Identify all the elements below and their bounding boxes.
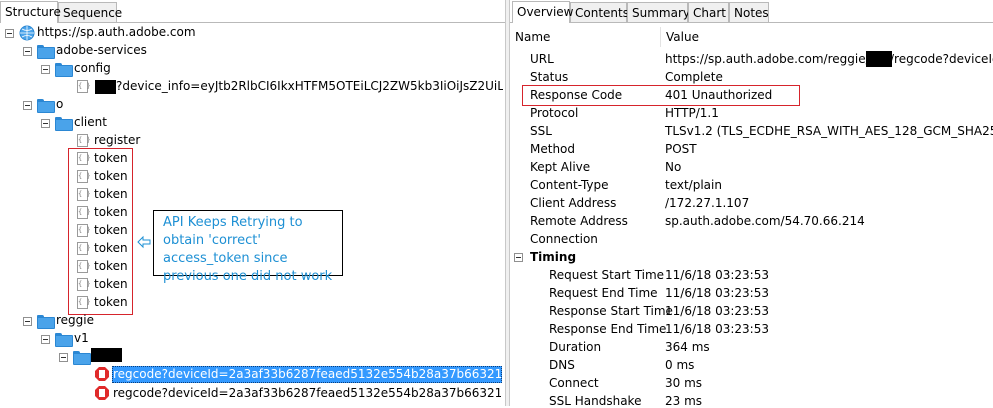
request-icon: [77, 134, 88, 147]
tree-node-regcode-selected[interactable]: regcode?deviceId=2a3af33b6287feaed5132e5…: [113, 367, 501, 382]
prop-value-response-code: 401 Unauthorized: [665, 88, 773, 102]
prop-value-url: https://sp.auth.adobe.com/reggie/v1/: [665, 52, 889, 66]
timing-value: 30 ms: [665, 376, 703, 390]
timing-value: 364 ms: [665, 340, 710, 354]
prop-name: Remote Address: [530, 214, 628, 228]
tree-node-v1[interactable]: v1: [74, 331, 89, 346]
tree-node-adobe-services[interactable]: adobe-services: [56, 43, 147, 58]
prop-value: Complete: [665, 70, 723, 84]
collapse-icon[interactable]: [41, 119, 50, 128]
tree-node-client[interactable]: client: [74, 115, 107, 130]
timing-name: Response End Time: [549, 322, 667, 336]
redacted-block: [95, 80, 116, 94]
tree-node-config[interactable]: config: [74, 61, 111, 76]
prop-value: TLSv1.2 (TLS_ECDHE_RSA_WITH_AES_128_GCM_…: [665, 124, 993, 138]
tree-node-reggie[interactable]: reggie: [56, 313, 94, 328]
folder-icon: [37, 45, 55, 59]
tree-root[interactable]: https://sp.auth.adobe.com: [37, 25, 196, 40]
prop-name: Client Address: [530, 196, 617, 210]
timing-value: 11/6/18 03:23:53: [665, 286, 769, 300]
timing-value: 11/6/18 03:23:53: [665, 322, 769, 336]
column-header-name[interactable]: Name: [515, 30, 550, 44]
prop-value: /172.27.1.107: [665, 196, 750, 210]
folder-icon: [55, 117, 73, 131]
tree-node-config-request[interactable]: ?device_info=eyJtb2RlbCI6IkxHTFM5OTEiLCJ…: [116, 79, 503, 94]
tab-structure[interactable]: Structure: [0, 1, 61, 23]
tab-divider: [510, 22, 993, 23]
timing-value: 11/6/18 03:23:53: [665, 304, 769, 318]
error-icon: [95, 386, 109, 400]
arrow-left-icon: [137, 235, 151, 249]
collapse-icon[interactable]: [59, 353, 68, 362]
prop-value: POST: [665, 142, 697, 156]
prop-name: Response Code: [530, 88, 623, 102]
prop-name: Kept Alive: [530, 160, 591, 174]
prop-name: Method: [530, 142, 576, 156]
redacted-block: [866, 51, 892, 67]
timing-name: Response Start Time: [549, 304, 673, 318]
tab-divider: [0, 22, 505, 23]
collapse-icon[interactable]: [41, 65, 50, 74]
prop-value-url-suffix: /regcode?deviceId=: [890, 52, 993, 66]
collapse-icon[interactable]: [23, 47, 32, 56]
structure-pane: Structure Sequence https://sp.auth.adobe…: [0, 0, 505, 406]
redacted-block: [91, 348, 122, 362]
folder-icon: [55, 333, 73, 347]
collapse-icon[interactable]: [41, 335, 50, 344]
prop-name: Content-Type: [530, 178, 609, 192]
tree-node-regcode[interactable]: regcode?deviceId=2a3af33b6287feaed5132e5…: [113, 386, 501, 401]
error-icon: [95, 367, 109, 381]
prop-name: URL: [530, 52, 554, 66]
timing-name: Request End Time: [549, 286, 658, 300]
prop-value: HTTP/1.1: [665, 106, 719, 120]
prop-name: Status: [530, 70, 569, 84]
tree-node-register[interactable]: register: [94, 133, 140, 148]
timing-group-label[interactable]: Timing: [530, 250, 576, 264]
timing-value: 0 ms: [665, 358, 695, 372]
prop-value: sp.auth.adobe.com/54.70.66.214: [665, 214, 865, 228]
token-highlight-box: [68, 148, 133, 315]
prop-value: No: [665, 160, 682, 174]
prop-name: Protocol: [530, 106, 579, 120]
timing-name: Connect: [549, 376, 599, 390]
collapse-icon[interactable]: [514, 253, 523, 262]
prop-value: text/plain: [665, 178, 722, 192]
column-header-value[interactable]: Value: [666, 30, 699, 44]
tab-overview[interactable]: Overview: [512, 1, 574, 23]
tree-node-o[interactable]: o: [56, 97, 63, 112]
folder-icon: [55, 63, 73, 77]
tab-sequence[interactable]: Sequence: [58, 2, 122, 22]
collapse-icon[interactable]: [5, 29, 14, 38]
collapse-icon[interactable]: [23, 101, 32, 110]
prop-name: SSL: [530, 124, 552, 138]
prop-name: Connection: [530, 232, 598, 246]
folder-icon: [37, 315, 55, 329]
tab-notes[interactable]: Notes: [729, 2, 769, 22]
globe-icon: [19, 25, 35, 41]
annotation-text: API Keeps Retrying to obtain 'correct' a…: [163, 215, 333, 284]
request-icon: [77, 80, 88, 93]
folder-icon: [73, 351, 91, 365]
tab-contents[interactable]: Contents: [570, 2, 629, 22]
timing-name: DNS: [549, 358, 575, 372]
timing-value: 11/6/18 03:23:53: [665, 268, 769, 282]
tab-chart[interactable]: Chart: [688, 2, 729, 22]
tab-summary[interactable]: Summary: [627, 2, 690, 22]
collapse-icon[interactable]: [23, 317, 32, 326]
column-header-divider: [660, 27, 661, 47]
folder-icon: [37, 99, 55, 113]
timing-name: Request Start Time: [549, 268, 665, 282]
timing-name: Duration: [549, 340, 602, 354]
